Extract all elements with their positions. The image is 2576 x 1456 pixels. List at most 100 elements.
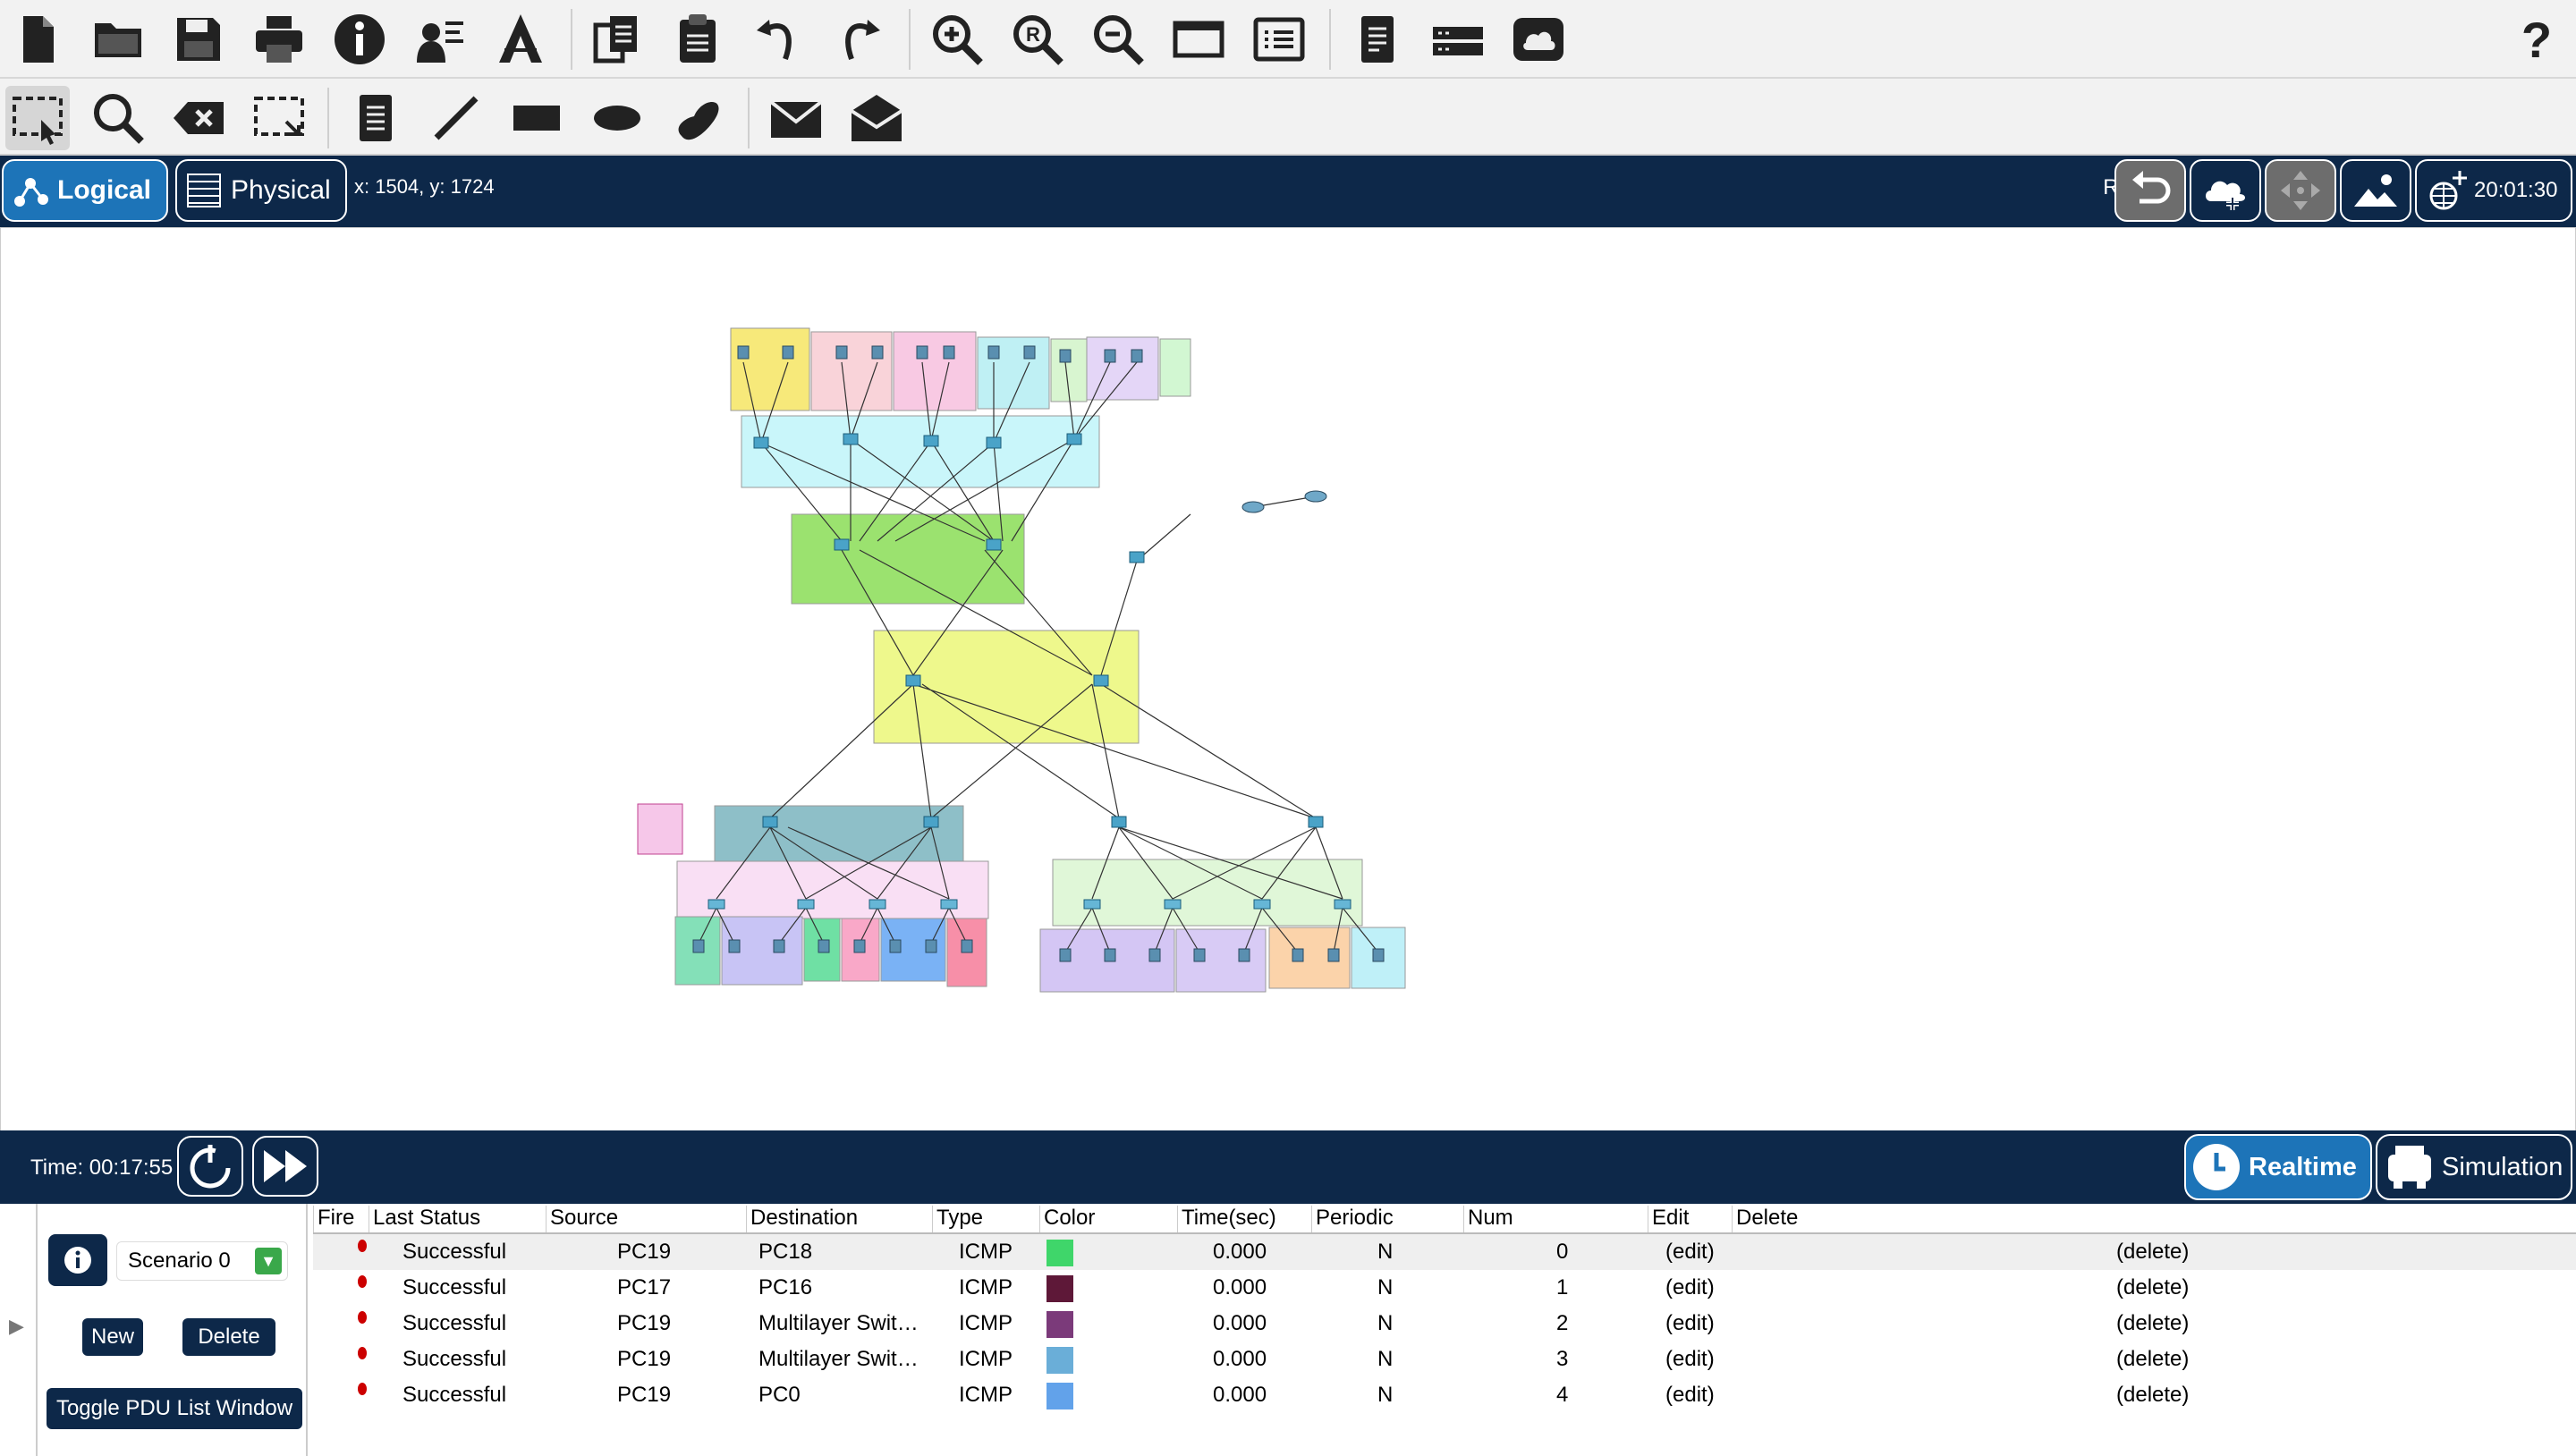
pc-icon[interactable] <box>782 345 794 360</box>
access-switch-icon[interactable] <box>1083 899 1101 910</box>
delete-link[interactable]: (delete) <box>2116 1275 2189 1300</box>
document-icon[interactable] <box>1345 7 1410 72</box>
switch-icon[interactable] <box>1093 674 1109 687</box>
pc-icon[interactable] <box>961 939 973 953</box>
switch-icon[interactable] <box>923 816 939 828</box>
draw-ellipse-icon[interactable] <box>585 86 649 150</box>
switch-icon[interactable] <box>843 433 859 445</box>
fire-indicator-icon[interactable] <box>358 1383 367 1395</box>
access-switch-icon[interactable] <box>869 899 886 910</box>
inspect-icon[interactable] <box>86 86 150 150</box>
pc-icon[interactable] <box>925 939 937 953</box>
access-switch-icon[interactable] <box>1253 899 1271 910</box>
select-icon[interactable] <box>5 86 70 150</box>
fire-indicator-icon[interactable] <box>358 1240 367 1252</box>
pc-icon[interactable] <box>728 939 741 953</box>
viewport-clock-button[interactable]: 20:01:30 <box>2415 159 2572 222</box>
fast-forward-button[interactable] <box>252 1136 318 1197</box>
delete-link[interactable]: (delete) <box>2116 1240 2189 1265</box>
logical-workspace-canvas[interactable] <box>0 227 2576 1132</box>
pdu-row[interactable]: Successful PC19 PC18 ICMP 0.000 N 0 (edit) (dele… <box>313 1234 2576 1270</box>
pc-icon[interactable] <box>1131 349 1143 363</box>
scenario-select[interactable]: Scenario 0 ▼ <box>116 1241 288 1281</box>
draw-rectangle-icon[interactable] <box>504 86 569 150</box>
zoom-reset-icon[interactable]: R <box>1005 7 1070 72</box>
edit-link[interactable]: (edit) <box>1665 1240 1715 1265</box>
access-switch-icon[interactable] <box>1334 899 1352 910</box>
switch-icon[interactable] <box>1129 551 1145 563</box>
simulation-mode-button[interactable]: Simulation <box>2376 1134 2572 1200</box>
pc-icon[interactable] <box>692 939 705 953</box>
fire-indicator-icon[interactable] <box>358 1347 367 1359</box>
pc-icon[interactable] <box>1023 345 1036 360</box>
pc-icon[interactable] <box>1059 948 1072 962</box>
pdu-row[interactable]: Successful PC19 Multilayer Swit… ICMP 0.000 N… <box>313 1306 2576 1342</box>
new-file-icon[interactable] <box>5 7 70 72</box>
new-cluster-button[interactable] <box>2190 159 2261 222</box>
realtime-mode-button[interactable]: Realtime <box>2184 1134 2372 1200</box>
pc-icon[interactable] <box>1193 948 1206 962</box>
edit-link[interactable]: (edit) <box>1665 1383 1715 1408</box>
resize-shape-icon[interactable] <box>247 86 311 150</box>
fire-indicator-icon[interactable] <box>358 1275 367 1288</box>
switch-icon[interactable] <box>1111 816 1127 828</box>
pc-icon[interactable] <box>916 345 928 360</box>
pc-icon[interactable] <box>1372 948 1385 962</box>
access-switch-icon[interactable] <box>708 899 725 910</box>
open-folder-icon[interactable] <box>86 7 150 72</box>
place-note-icon[interactable] <box>343 86 408 150</box>
switch-icon[interactable] <box>1308 816 1324 828</box>
help-icon[interactable]: ? <box>2504 7 2569 72</box>
delete-link[interactable]: (delete) <box>2116 1311 2189 1336</box>
delete-icon[interactable] <box>166 86 231 150</box>
custom-device-icon[interactable] <box>488 7 553 72</box>
pc-icon[interactable] <box>1327 948 1340 962</box>
logical-tab[interactable]: Logical <box>2 159 168 222</box>
switch-icon[interactable] <box>1066 433 1082 445</box>
switch-icon[interactable] <box>834 538 850 551</box>
draw-line-icon[interactable] <box>424 86 488 150</box>
network-device-icon[interactable] <box>1426 7 1490 72</box>
add-simple-pdu-icon[interactable] <box>764 86 828 150</box>
switch-icon[interactable] <box>905 674 921 687</box>
switch-icon[interactable] <box>923 435 939 447</box>
pt-cloud-icon[interactable] <box>1506 7 1571 72</box>
paste-icon[interactable] <box>665 7 730 72</box>
custom-devices-dialog-icon[interactable] <box>1247 7 1311 72</box>
pc-icon[interactable] <box>1104 948 1116 962</box>
pc-icon[interactable] <box>835 345 848 360</box>
activity-wizard-icon[interactable] <box>408 7 472 72</box>
back-button[interactable] <box>2114 159 2186 222</box>
switch-icon[interactable] <box>753 436 769 449</box>
pc-icon[interactable] <box>1238 948 1250 962</box>
pc-icon[interactable] <box>871 345 884 360</box>
edit-link[interactable]: (edit) <box>1665 1347 1715 1372</box>
switch-icon[interactable] <box>762 816 778 828</box>
move-object-button[interactable] <box>2265 159 2336 222</box>
access-switch-icon[interactable] <box>797 899 815 910</box>
copy-icon[interactable] <box>585 7 649 72</box>
new-scenario-button[interactable]: New <box>82 1318 143 1356</box>
pc-icon[interactable] <box>1148 948 1161 962</box>
physical-tab[interactable]: Physical <box>175 159 347 222</box>
edit-link[interactable]: (edit) <box>1665 1275 1715 1300</box>
power-cycle-button[interactable] <box>177 1136 243 1197</box>
pc-icon[interactable] <box>943 345 955 360</box>
expand-panel-icon[interactable]: ▶ <box>9 1315 24 1338</box>
router-icon[interactable] <box>1241 501 1265 513</box>
redo-icon[interactable] <box>826 7 891 72</box>
info-icon[interactable] <box>327 7 392 72</box>
pc-icon[interactable] <box>1104 349 1116 363</box>
pdu-row[interactable]: Successful PC17 PC16 ICMP 0.000 N 1 (edit) (dele… <box>313 1270 2576 1306</box>
pdu-row[interactable]: Successful PC19 Multilayer Swit… ICMP 0.000 N… <box>313 1342 2576 1377</box>
access-switch-icon[interactable] <box>1164 899 1182 910</box>
pc-icon[interactable] <box>818 939 830 953</box>
add-complex-pdu-icon[interactable] <box>844 86 909 150</box>
set-background-button[interactable] <box>2340 159 2411 222</box>
pc-icon[interactable] <box>987 345 1000 360</box>
pc-icon[interactable] <box>853 939 866 953</box>
pc-icon[interactable] <box>737 345 750 360</box>
edit-link[interactable]: (edit) <box>1665 1311 1715 1336</box>
draw-freeform-icon[interactable] <box>665 86 730 150</box>
pc-icon[interactable] <box>889 939 902 953</box>
